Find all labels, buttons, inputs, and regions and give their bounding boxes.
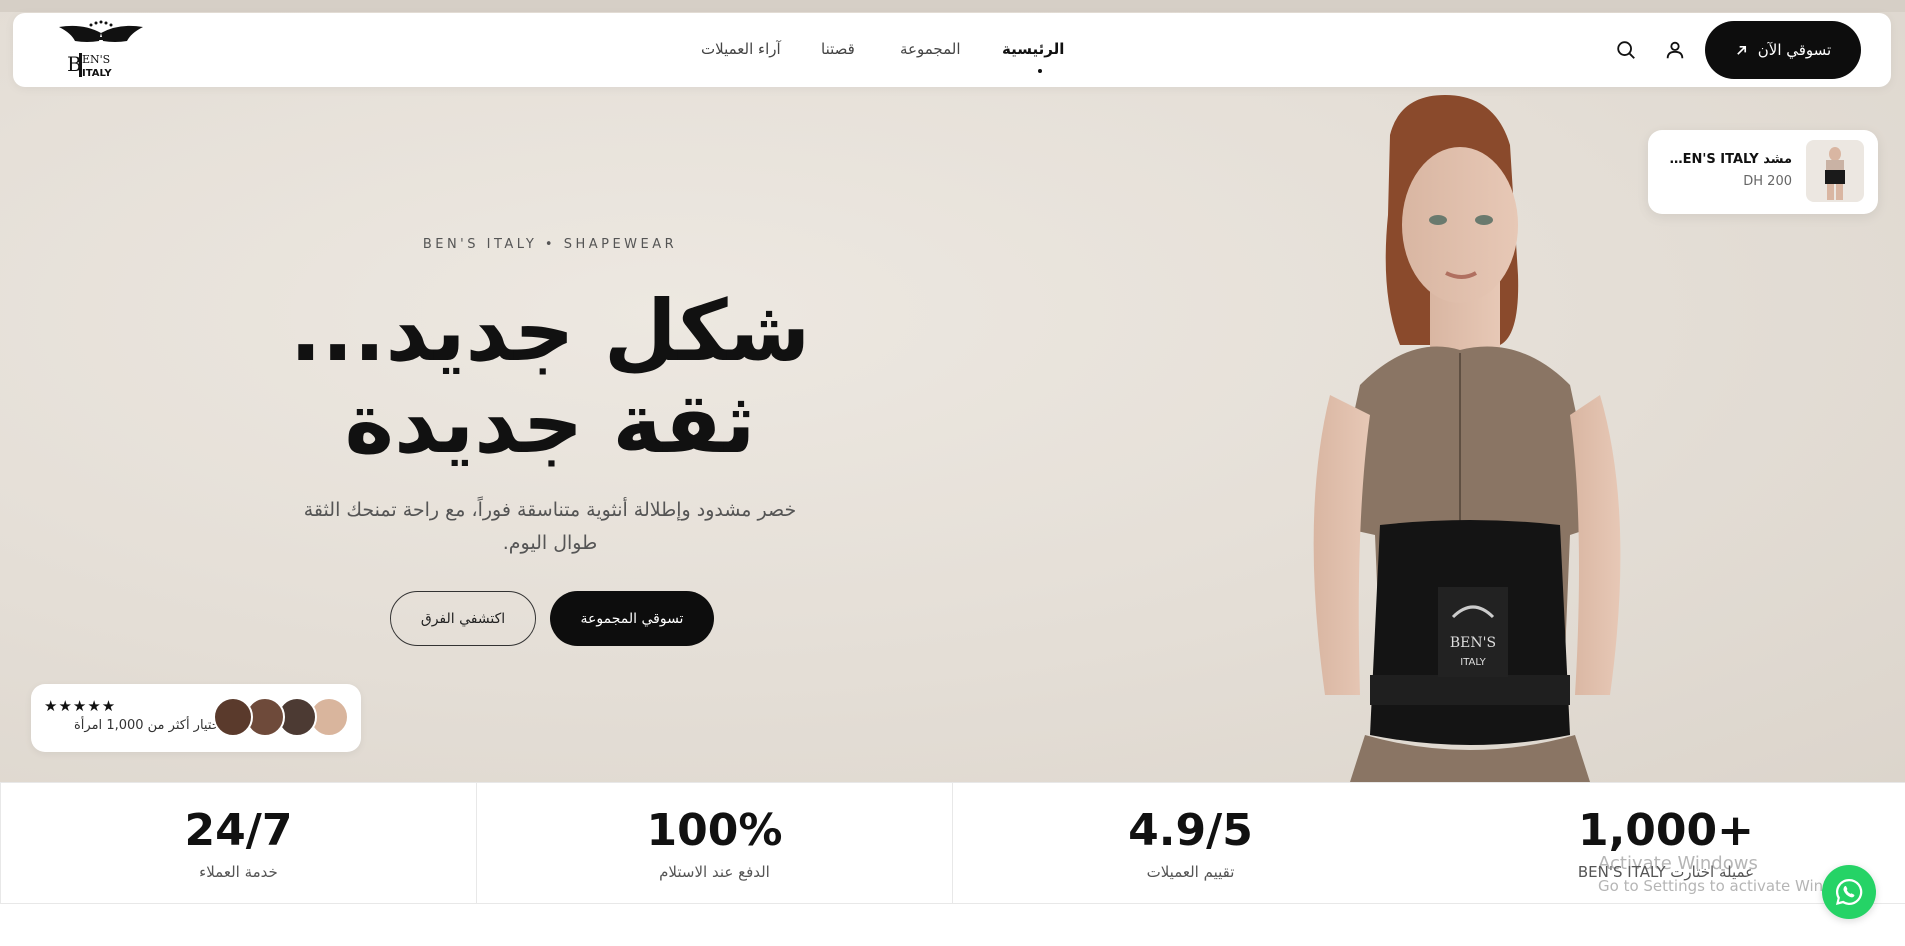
activate-windows-title: Activate Windows — [1598, 853, 1758, 874]
user-icon[interactable] — [1661, 36, 1689, 64]
hero-subtext: خصر مشدود وإطلالة أنثوية متناسقة فوراً، … — [303, 499, 797, 554]
svg-text:BEN'S: BEN'S — [1450, 635, 1496, 651]
stat-value: 24/7 — [184, 805, 293, 856]
nav-link-home[interactable]: الرئيسية — [1002, 40, 1064, 58]
svg-text:ITALY: ITALY — [1460, 657, 1486, 668]
mini-product-name: مشد BEN'S ITALY الك... — [1662, 152, 1792, 167]
avatar — [213, 697, 253, 737]
active-indicator-dot — [1038, 69, 1042, 73]
nav-link-reviews[interactable]: آراء العميلات — [701, 40, 781, 58]
stat-value: 1,000+ — [1577, 805, 1755, 856]
hero-section: BEN'S ITALY BEN'S ITALY • SHAPEWEAR شكل … — [0, 0, 1905, 782]
social-proof-card: ★★★★★ اختيار أكثر من 1,000 امرأة — [31, 684, 361, 752]
stat-support: 24/7 خدمة العملاء — [0, 783, 476, 905]
stat-label: خدمة العملاء — [199, 863, 278, 881]
headline-line-2: ثقة جديدة — [344, 374, 756, 472]
discover-difference-button[interactable]: اكتشفي الفرق — [390, 591, 536, 646]
shop-collection-button[interactable]: تسوقي المجموعة — [550, 591, 714, 646]
shop-now-button[interactable]: تسوقي الآن — [1705, 21, 1861, 79]
hero-eyebrow: BEN'S ITALY • SHAPEWEAR — [422, 237, 678, 252]
mini-product-card[interactable]: مشد BEN'S ITALY الك... DH 200 — [1648, 130, 1878, 214]
rating-stars: ★★★★★ — [44, 697, 117, 715]
shop-now-label: تسوقي الآن — [1757, 41, 1832, 59]
stat-label: تقييم العميلات — [1146, 863, 1235, 881]
mini-product-thumbnail — [1806, 140, 1864, 202]
nav-links: الرئيسية المجموعة قصتنا آراء العميلات — [13, 13, 1891, 87]
hero-headline: شكل جديد... ثقة جديدة — [260, 285, 840, 469]
stat-label: الدفع عند الاستلام — [659, 863, 770, 881]
nav-link-collection[interactable]: المجموعة — [900, 40, 961, 58]
stat-rating: 4.9/5 تقييم العميلات — [952, 783, 1428, 905]
avatar-group — [213, 697, 353, 739]
search-icon[interactable] — [1612, 36, 1640, 64]
stat-cod: 100% الدفع عند الاستلام — [476, 783, 952, 905]
below-fold — [0, 904, 1905, 946]
stat-value: 100% — [646, 805, 783, 856]
top-strip — [0, 0, 1905, 12]
navbar: B EN'S ITALY الرئيسية المجموعة قصتنا آرا… — [13, 13, 1891, 87]
social-proof-text: اختيار أكثر من 1,000 امرأة — [74, 718, 224, 733]
stat-value: 4.9/5 — [1128, 805, 1253, 856]
mini-product-price: DH 200 — [1743, 174, 1792, 189]
nav-link-story[interactable]: قصتنا — [821, 40, 855, 58]
headline-line-1: شكل جديد... — [289, 282, 811, 380]
whatsapp-icon[interactable] — [1822, 865, 1876, 919]
hero-model-image: BEN'S ITALY — [1313, 95, 1621, 782]
arrow-up-right-icon — [1736, 45, 1746, 55]
